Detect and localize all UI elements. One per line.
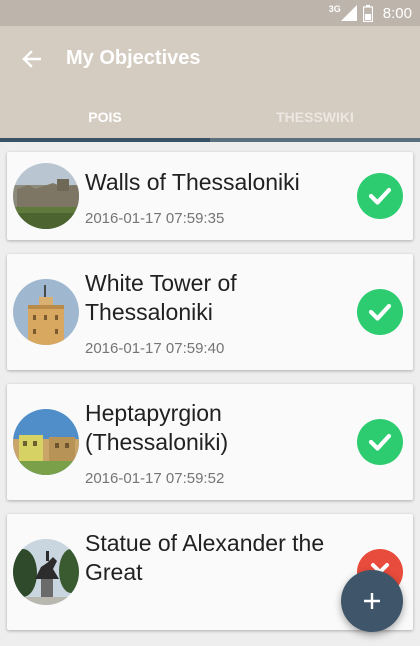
poi-name: Walls of Thessaloniki [85, 169, 300, 195]
poi-timestamp: 2016-01-17 07:59:52 [85, 470, 225, 487]
battery-icon [362, 4, 373, 22]
network-type-label: 3G [328, 4, 341, 14]
plus-icon [364, 593, 380, 609]
poi-timestamp: 2016-01-17 07:59:40 [85, 340, 225, 357]
objectives-list: Walls of Thessaloniki 2016-01-17 07:59:3… [0, 142, 420, 646]
poi-name: Heptapyrgion (Thessaloniki) [85, 400, 229, 455]
status-icons: 3G 8:00 [329, 4, 412, 22]
status-time: 8:00 [382, 4, 412, 22]
poi-thumbnail-heptapyrgion [13, 409, 79, 475]
poi-name: White Tower of Thessaloniki [85, 270, 237, 325]
objective-card[interactable]: Heptapyrgion (Thessaloniki) 2016-01-17 0… [7, 384, 413, 500]
back-button[interactable] [14, 42, 48, 76]
signal-icon [340, 5, 357, 21]
tab-thesswiki[interactable]: THESSWIKI [210, 96, 420, 138]
completed-status[interactable] [357, 173, 403, 219]
poi-thumbnail-alexander-statue [13, 539, 79, 605]
check-icon [368, 433, 392, 451]
page-title: My Objectives [66, 47, 201, 69]
completed-status[interactable] [357, 419, 403, 465]
objective-card[interactable]: White Tower of Thessaloniki 2016-01-17 0… [7, 254, 413, 370]
completed-status[interactable] [357, 289, 403, 335]
add-objective-button[interactable] [341, 570, 403, 632]
tab-bar: POIS THESSWIKI [0, 96, 420, 138]
status-bar: 3G 8:00 [0, 0, 420, 26]
tab-pois[interactable]: POIS [0, 96, 210, 138]
arrow-back-icon [22, 50, 41, 68]
check-icon [368, 303, 392, 321]
objective-card[interactable]: Walls of Thessaloniki 2016-01-17 07:59:3… [7, 152, 413, 240]
poi-name: Statue of Alexander the Great [85, 530, 325, 585]
poi-timestamp: 2016-01-17 07:59:35 [85, 210, 225, 227]
app-bar: My Objectives POIS THESSWIKI [0, 26, 420, 138]
poi-thumbnail-walls [13, 163, 79, 229]
poi-thumbnail-white-tower [13, 279, 79, 345]
check-icon [368, 187, 392, 205]
